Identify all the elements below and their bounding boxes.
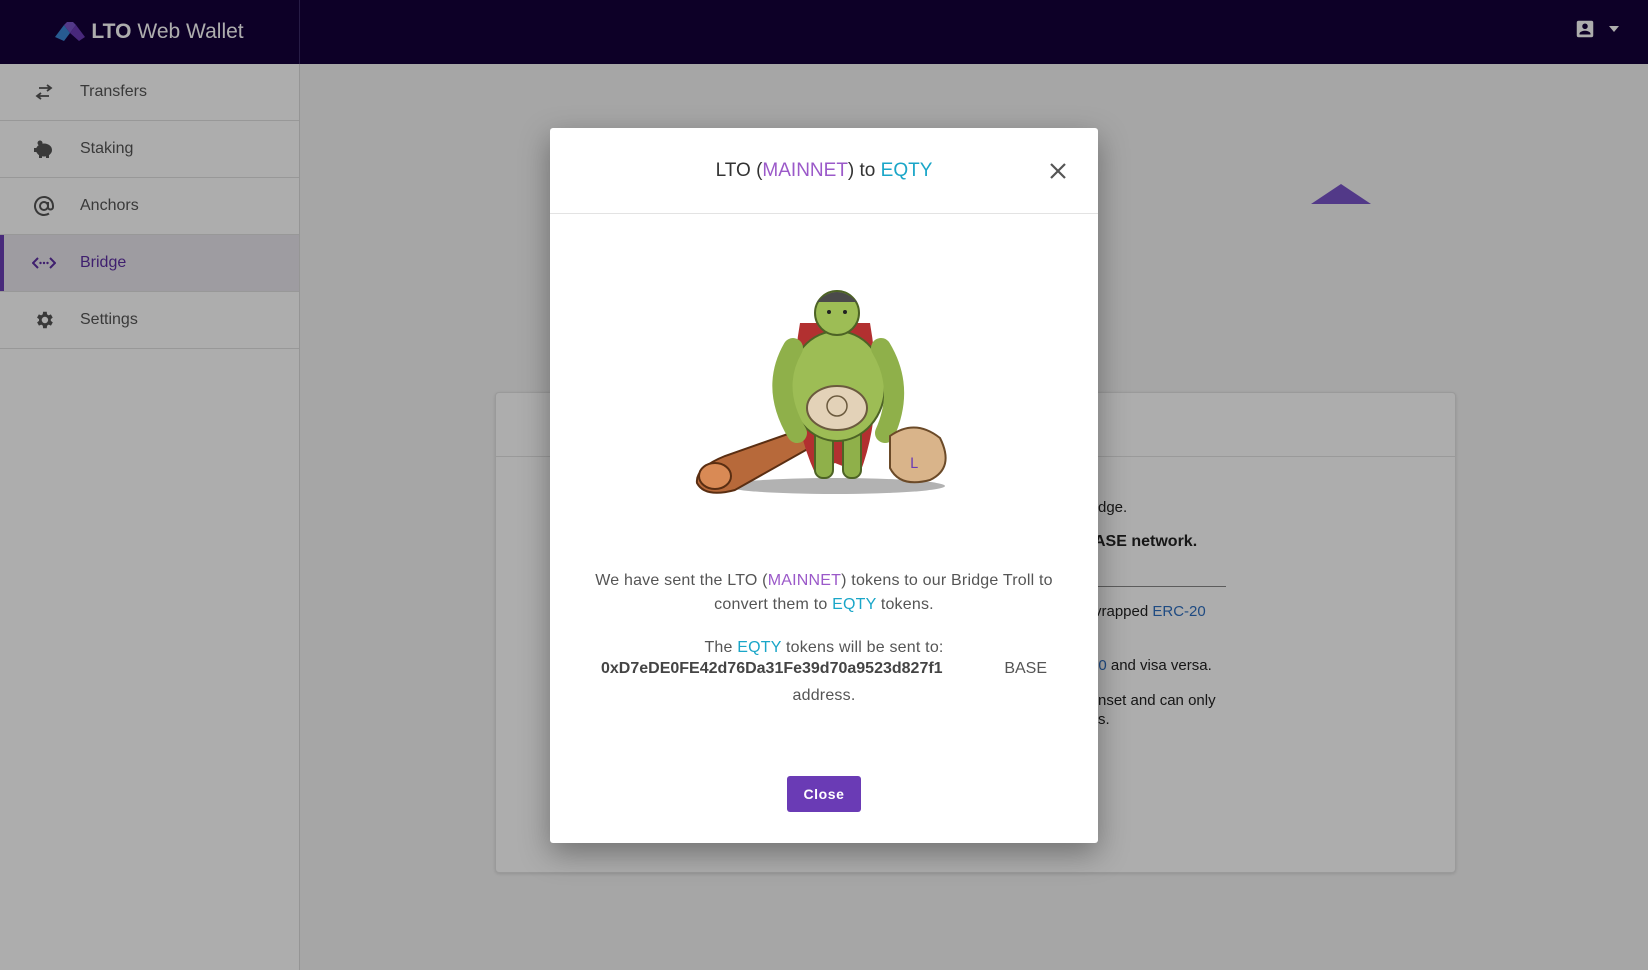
msg-target: EQTY xyxy=(737,639,782,656)
svg-text:L: L xyxy=(910,456,918,472)
msg-text: tokens. xyxy=(876,596,934,613)
destination-network: BASE xyxy=(1004,660,1047,677)
close-button[interactable]: Close xyxy=(787,776,861,812)
msg-text: The xyxy=(704,639,738,656)
close-icon[interactable] xyxy=(1046,159,1070,183)
msg-text: tokens will be sent to: xyxy=(781,639,944,656)
dialog-header: LTO (MAINNET) to EQTY xyxy=(550,128,1098,214)
dialog-message: We have sent the LTO (MAINNET) tokens to… xyxy=(590,569,1058,617)
bridge-troll-illustration: L xyxy=(695,290,947,494)
bridge-result-dialog: LTO (MAINNET) to EQTY L We have sent the… xyxy=(550,128,1098,843)
msg-network: MAINNET xyxy=(767,572,842,589)
address-suffix: address. xyxy=(792,687,856,704)
dialog-destination: The EQTY tokens will be sent to: xyxy=(590,636,1058,660)
dialog-title: LTO (MAINNET) to EQTY xyxy=(716,160,933,182)
destination-address: 0xD7eDE0FE42d76Da31Fe39d70a9523d827f1 xyxy=(601,660,943,677)
destination-address-row: 0xD7eDE0FE42d76Da31Fe39d70a9523d827f1 BA… xyxy=(601,660,1047,678)
msg-text: We have sent the LTO ( xyxy=(595,572,768,589)
title-prefix: LTO ( xyxy=(715,159,763,181)
title-middle: ) to xyxy=(847,159,881,181)
msg-target: EQTY xyxy=(832,596,877,613)
title-target: EQTY xyxy=(880,159,933,181)
title-network: MAINNET xyxy=(762,159,848,181)
